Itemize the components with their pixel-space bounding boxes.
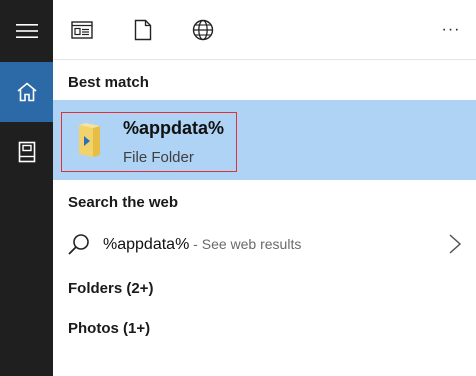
filter-toolbar: ··· xyxy=(53,0,476,60)
documents-filter-button[interactable] xyxy=(130,17,156,43)
photos-category-label: Photos (1+) xyxy=(68,320,151,337)
folder-icon xyxy=(79,123,100,157)
folders-category-label: Folders (2+) xyxy=(68,280,154,297)
web-search-result[interactable]: %appdata% - See web results xyxy=(53,224,476,266)
best-match-title: %appdata% xyxy=(123,118,225,138)
web-filter-button[interactable] xyxy=(190,17,216,43)
document-icon xyxy=(134,19,152,41)
search-icon xyxy=(68,234,89,255)
globe-icon xyxy=(192,19,214,41)
web-hint: - See web results xyxy=(189,236,302,252)
notebook-icon xyxy=(18,141,35,163)
photos-category[interactable]: Photos (1+) xyxy=(53,308,476,348)
left-rail xyxy=(0,0,53,376)
menu-button[interactable] xyxy=(0,0,53,62)
chevron-right-icon[interactable] xyxy=(448,233,462,255)
home-icon xyxy=(16,82,37,102)
ellipsis-icon: ··· xyxy=(441,21,461,38)
more-options-button[interactable]: ··· xyxy=(438,17,464,43)
apps-filter-button[interactable] xyxy=(69,17,95,43)
notebook-button[interactable] xyxy=(0,122,53,182)
search-web-heading: Search the web xyxy=(68,194,179,211)
best-match-subtitle: File Folder xyxy=(123,149,194,166)
web-result-text: %appdata% - See web results xyxy=(103,236,301,254)
folders-category[interactable]: Folders (2+) xyxy=(53,268,476,308)
best-match-heading: Best match xyxy=(68,74,149,91)
web-query: %appdata% xyxy=(103,236,190,253)
apps-filter-icon xyxy=(71,21,93,39)
home-button[interactable] xyxy=(0,62,53,122)
hamburger-icon xyxy=(15,24,38,38)
